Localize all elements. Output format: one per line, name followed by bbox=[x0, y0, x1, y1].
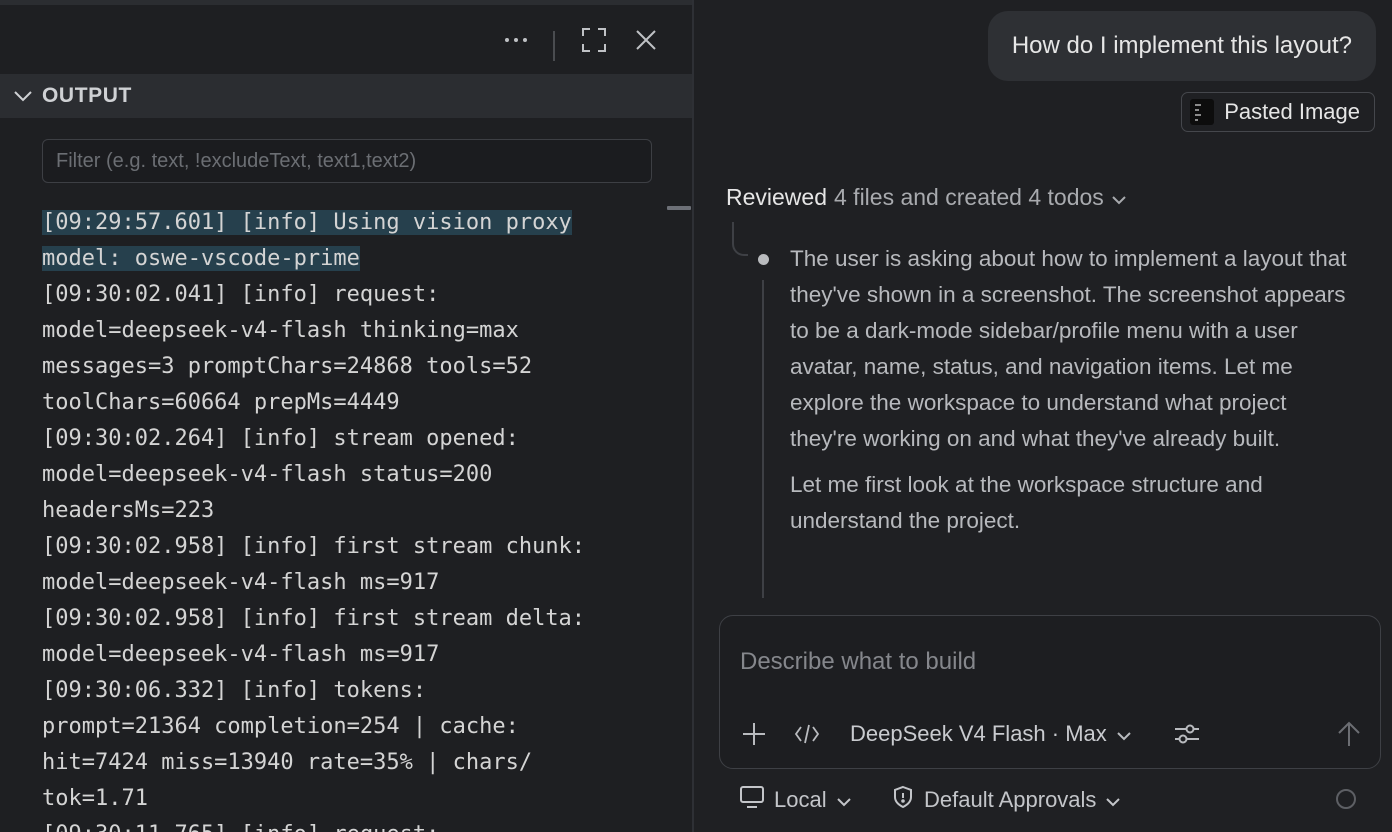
reviewed-summary[interactable]: Reviewed 4 files and created 4 todos bbox=[726, 184, 1127, 211]
approvals-selector[interactable]: Default Approvals bbox=[892, 780, 1121, 820]
output-title: OUTPUT bbox=[42, 84, 132, 107]
tree-connector bbox=[732, 222, 748, 256]
user-message-text: How do I implement this layout? bbox=[1011, 32, 1352, 59]
approvals-label: Default Approvals bbox=[924, 787, 1097, 812]
log-line-text: messages=3 promptChars=24868 tools=52 bbox=[42, 354, 533, 379]
log-line: [09:29:57.601] [info] Using vision proxy bbox=[42, 205, 642, 241]
log-line: hit=7424 miss=13940 rate=35% | chars/ bbox=[42, 745, 642, 781]
output-log: [09:29:57.601] [info] Using vision proxy… bbox=[42, 205, 642, 832]
log-line: prompt=21364 completion=254 | cache: bbox=[42, 709, 642, 745]
chevron-down-icon bbox=[1106, 787, 1121, 813]
log-line-text: [09:30:06.332] [info] tokens: bbox=[42, 678, 427, 703]
log-line: [09:30:02.958] [info] first stream chunk… bbox=[42, 529, 642, 565]
model-selector[interactable]: DeepSeek V4 Flash · Max bbox=[850, 716, 1131, 752]
plus-icon[interactable] bbox=[740, 716, 768, 752]
log-line: [09:30:11.765] [info] request: bbox=[42, 817, 642, 832]
bullet-dot bbox=[758, 254, 769, 265]
user-message-bubble: How do I implement this layout? bbox=[987, 11, 1376, 81]
reviewed-detail: 4 files and created 4 todos bbox=[834, 184, 1104, 210]
log-line: toolChars=60664 prepMs=4449 bbox=[42, 385, 642, 421]
shield-icon bbox=[892, 785, 914, 815]
log-line: headersMs=223 bbox=[42, 493, 642, 529]
chevron-down-icon[interactable] bbox=[12, 85, 34, 107]
log-line-text: tok=1.71 bbox=[42, 786, 148, 811]
image-thumbnail-icon bbox=[1190, 99, 1215, 125]
output-toolbar bbox=[0, 5, 692, 73]
scrollbar-thumb[interactable] bbox=[667, 206, 691, 210]
local-label: Local bbox=[774, 787, 827, 812]
maximize-icon[interactable] bbox=[579, 23, 609, 57]
chevron-down-icon[interactable] bbox=[1111, 184, 1127, 211]
log-line-text: toolChars=60664 prepMs=4449 bbox=[42, 390, 400, 415]
thinking-paragraph: Let me first look at the workspace struc… bbox=[790, 472, 1263, 533]
log-line: model=deepseek-v4-flash thinking=max bbox=[42, 313, 642, 349]
chevron-down-icon bbox=[1117, 721, 1131, 747]
toolbar-separator bbox=[553, 31, 555, 61]
code-icon[interactable] bbox=[792, 716, 822, 752]
log-line-text: hit=7424 miss=13940 rate=35% | chars/ bbox=[42, 750, 533, 775]
log-line-text: [09:30:02.264] [info] stream opened: bbox=[42, 426, 519, 451]
log-line-text: model=deepseek-v4-flash ms=917 bbox=[42, 642, 440, 667]
log-line-text: model: oswe-vscode-prime bbox=[42, 246, 360, 271]
composer-box: DeepSeek V4 Flash · Max bbox=[719, 615, 1381, 769]
attachment-chip[interactable]: Pasted Image bbox=[1181, 92, 1375, 132]
log-line: model: oswe-vscode-prime bbox=[42, 241, 642, 277]
log-line: [09:30:02.041] [info] request: bbox=[42, 277, 642, 313]
log-line-text: [09:30:11.765] [info] request: bbox=[42, 822, 439, 832]
log-line-text: [09:29:57.601] [info] Using vision proxy bbox=[42, 210, 572, 235]
log-line-text: [09:30:02.041] [info] request: bbox=[42, 282, 440, 307]
log-line-text: headersMs=223 bbox=[42, 498, 215, 523]
log-line: [09:30:06.332] [info] tokens: bbox=[42, 673, 642, 709]
log-line: model=deepseek-v4-flash ms=917 bbox=[42, 565, 642, 601]
output-section-header[interactable]: OUTPUT bbox=[0, 74, 692, 118]
log-line-text: prompt=21364 completion=254 | cache: bbox=[42, 714, 519, 739]
close-icon[interactable] bbox=[631, 23, 661, 57]
log-line: messages=3 promptChars=24868 tools=52 bbox=[42, 349, 642, 385]
log-line: [09:30:02.264] [info] stream opened: bbox=[42, 421, 642, 457]
chevron-down-icon bbox=[836, 787, 851, 813]
settings-sliders-icon[interactable] bbox=[1172, 716, 1202, 752]
reviewed-label: Reviewed bbox=[726, 184, 827, 210]
thinking-paragraph: The user is asking about how to implemen… bbox=[790, 246, 1347, 451]
log-line: model=deepseek-v4-flash ms=917 bbox=[42, 637, 642, 673]
attachment-label: Pasted Image bbox=[1224, 99, 1360, 124]
chat-panel: How do I implement this layout? Pasted I… bbox=[694, 0, 1392, 832]
ellipsis-icon[interactable] bbox=[501, 23, 531, 57]
thinking-text: The user is asking about how to implemen… bbox=[790, 241, 1350, 539]
log-line: tok=1.71 bbox=[42, 781, 642, 817]
filter-input[interactable] bbox=[42, 139, 652, 183]
log-line-text: [09:30:02.958] [info] first stream delta… bbox=[42, 606, 586, 631]
model-label: DeepSeek V4 Flash · Max bbox=[850, 721, 1107, 746]
monitor-icon bbox=[740, 786, 764, 814]
send-arrow-icon[interactable] bbox=[1334, 716, 1364, 752]
log-line-text: model=deepseek-v4-flash status=200 bbox=[42, 462, 493, 487]
composer-footer: Local Default Approvals bbox=[694, 780, 1392, 824]
status-circle-icon[interactable] bbox=[1336, 789, 1356, 809]
output-panel: OUTPUT [09:29:57.601] [info] Using visio… bbox=[0, 0, 692, 832]
log-line: model=deepseek-v4-flash status=200 bbox=[42, 457, 642, 493]
log-line-text: [09:30:02.958] [info] first stream chunk… bbox=[42, 534, 586, 559]
tree-line bbox=[762, 280, 764, 598]
log-line-text: model=deepseek-v4-flash ms=917 bbox=[42, 570, 440, 595]
log-line-text: model=deepseek-v4-flash thinking=max bbox=[42, 318, 519, 343]
local-selector[interactable]: Local bbox=[740, 780, 851, 820]
log-line: [09:30:02.958] [info] first stream delta… bbox=[42, 601, 642, 637]
prompt-input[interactable] bbox=[740, 644, 1340, 680]
